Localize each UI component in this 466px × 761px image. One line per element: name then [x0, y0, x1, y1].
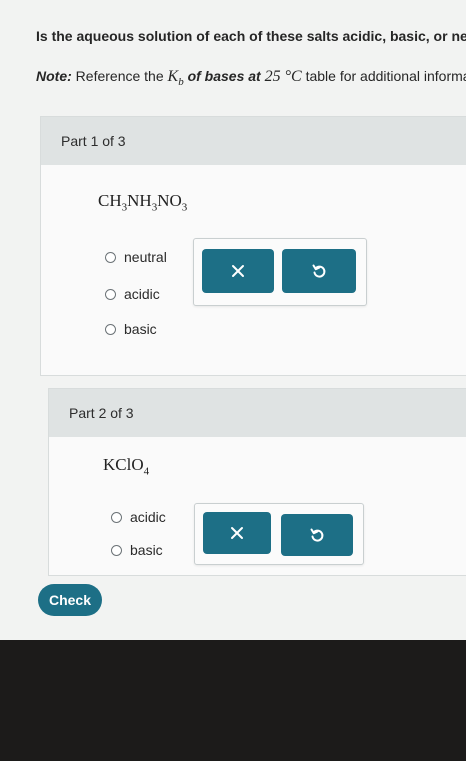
check-button[interactable]: Check [38, 584, 102, 616]
part-1-option-basic[interactable]: basic [105, 321, 157, 337]
option-label: neutral [124, 249, 167, 265]
option-label: acidic [130, 509, 166, 525]
part-1-formula: CH3NH3NO3 [98, 191, 188, 214]
radio-button[interactable] [105, 288, 116, 300]
clear-button[interactable] [203, 512, 271, 554]
question-text: Is the aqueous solution of each of these… [36, 28, 466, 44]
kb-symbol: Kb [167, 68, 184, 89]
screen: Is the aqueous solution of each of these… [0, 0, 466, 640]
part-1-header: Part 1 of 3 [41, 117, 466, 165]
part-1-panel: Part 1 of 3 CH3NH3NO3 neutral acidic bas… [40, 116, 466, 376]
clear-button[interactable] [202, 249, 274, 293]
part-1-option-neutral[interactable]: neutral [105, 249, 167, 265]
undo-icon [310, 528, 324, 542]
radio-button[interactable] [105, 251, 116, 263]
note-temperature: 25 °C [264, 68, 302, 85]
option-label: basic [130, 542, 163, 558]
part-2-header: Part 2 of 3 [49, 389, 466, 437]
note-suffix: table for additional information. [305, 68, 466, 84]
note-prefix: Note: [36, 68, 72, 84]
part-2-tool-panel [194, 503, 364, 565]
x-icon [232, 265, 244, 277]
note-of-bases: of bases at [187, 68, 261, 84]
option-label: basic [124, 321, 157, 337]
radio-button[interactable] [111, 544, 122, 556]
part-2-panel: Part 2 of 3 KClO4 acidic basic [48, 388, 466, 576]
part-1-tool-panel [193, 238, 367, 306]
undo-button[interactable] [282, 249, 356, 293]
radio-button[interactable] [111, 511, 122, 523]
radio-button[interactable] [105, 323, 116, 335]
note-reference-text: Reference the [75, 68, 164, 84]
part-2-option-acidic[interactable]: acidic [111, 509, 166, 525]
undo-icon [312, 264, 326, 278]
part-2-option-basic[interactable]: basic [111, 542, 163, 558]
option-label: acidic [124, 286, 160, 302]
note-line: Note: Reference the Kb of bases at 25 °C… [36, 68, 466, 88]
undo-button[interactable] [281, 514, 353, 556]
part-2-formula: KClO4 [103, 455, 150, 478]
part-1-option-acidic[interactable]: acidic [105, 286, 160, 302]
x-icon [231, 527, 243, 539]
